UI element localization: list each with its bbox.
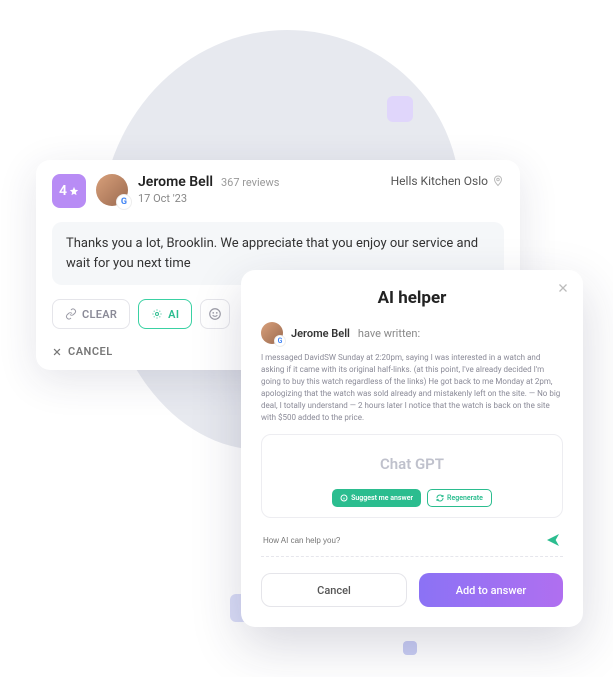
review-date: 17 Oct '23 <box>138 192 381 205</box>
decorative-square <box>387 96 413 122</box>
author-block: Jerome Bell 367 reviews 17 Oct '23 <box>138 174 381 205</box>
link-icon <box>65 308 77 320</box>
suggest-answer-button[interactable]: Suggest me answer <box>332 489 421 507</box>
avatar: G <box>96 174 128 206</box>
ai-engine-label: Chat GPT <box>272 455 552 473</box>
review-header: 4 G Jerome Bell 367 reviews 17 Oct '23 H… <box>52 174 504 208</box>
quoted-author-row: G Jerome Bell have written: <box>261 322 563 344</box>
ai-prompt-row <box>261 528 563 557</box>
quoted-author-name: Jerome Bell <box>291 327 350 340</box>
clear-button[interactable]: CLEAR <box>52 299 130 329</box>
written-label: have written: <box>358 327 420 340</box>
smile-icon <box>208 307 222 321</box>
refresh-icon <box>436 494 444 502</box>
decorative-square <box>403 641 417 655</box>
avatar: G <box>261 322 283 344</box>
ai-prompt-input[interactable] <box>263 536 545 545</box>
review-location: Hells Kitchen Oslo <box>391 174 504 188</box>
review-count: 367 reviews <box>221 176 279 189</box>
ai-cancel-button[interactable]: Cancel <box>261 573 407 607</box>
author-name: Jerome Bell <box>138 174 213 190</box>
info-icon <box>340 494 348 502</box>
ai-footer-actions: Cancel Add to answer <box>261 573 563 607</box>
ai-helper-panel: AI helper G Jerome Bell have written: I … <box>241 270 583 627</box>
rating-value: 4 <box>59 183 67 199</box>
google-badge-icon: G <box>274 335 286 347</box>
location-pin-icon <box>492 175 504 187</box>
google-badge-icon: G <box>116 194 132 210</box>
add-to-answer-button[interactable]: Add to answer <box>419 573 563 607</box>
send-button[interactable] <box>545 532 561 548</box>
rating-badge: 4 <box>52 174 86 208</box>
quoted-review-text: I messaged DavidSW Sunday at 2:20pm, say… <box>261 352 563 424</box>
ai-output-box: Chat GPT Suggest me answer Regenerate <box>261 434 563 518</box>
ai-button[interactable]: AI <box>138 299 192 329</box>
close-button[interactable] <box>557 282 569 294</box>
sparkle-icon <box>151 308 163 320</box>
close-icon <box>52 347 62 357</box>
star-icon <box>69 186 79 196</box>
regenerate-button[interactable]: Regenerate <box>427 489 492 507</box>
panel-title: AI helper <box>261 288 563 308</box>
emoji-button[interactable] <box>200 299 230 329</box>
